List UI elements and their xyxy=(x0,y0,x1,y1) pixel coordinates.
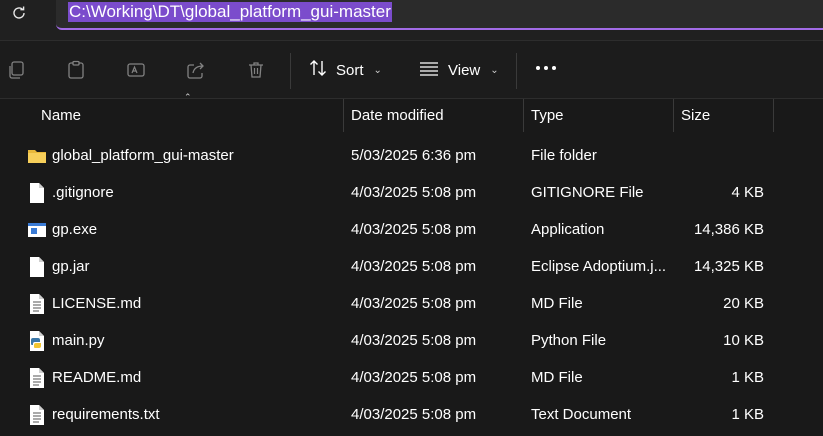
text-file-icon xyxy=(27,367,47,389)
chevron-down-icon: ⌄ xyxy=(490,64,499,76)
table-row[interactable]: README.md 4/03/2025 5:08 pm MD File 1 KB xyxy=(0,359,823,396)
column-header-row: ⌃ Name Date modified Type Size xyxy=(0,93,823,132)
file-size: 1 KB xyxy=(731,406,764,423)
copy-icon[interactable] xyxy=(5,59,27,81)
column-header-date[interactable]: Date modified xyxy=(351,99,444,132)
file-type: MD File xyxy=(531,369,583,386)
file-date: 4/03/2025 5:08 pm xyxy=(351,406,477,423)
table-row[interactable]: global_platform_gui-master 5/03/2025 6:3… xyxy=(0,137,823,174)
file-size: 1 KB xyxy=(731,369,764,386)
table-row[interactable]: gp.exe 4/03/2025 5:08 pm Application 14,… xyxy=(0,211,823,248)
column-divider[interactable] xyxy=(343,99,344,132)
file-name: global_platform_gui-master xyxy=(52,147,234,164)
sort-button[interactable]: Sort ⌄ xyxy=(308,57,382,83)
column-divider[interactable] xyxy=(523,99,524,132)
file-type: Python File xyxy=(531,332,607,349)
file-type: Eclipse Adoptium.j... xyxy=(531,258,667,275)
table-row[interactable]: LICENSE.md 4/03/2025 5:08 pm MD File 20 … xyxy=(0,285,823,322)
file-name: main.py xyxy=(52,332,105,349)
file-name: README.md xyxy=(52,369,142,386)
more-icon[interactable] xyxy=(536,66,556,70)
file-type: MD File xyxy=(531,295,583,312)
text-file-icon xyxy=(27,404,47,426)
sort-icon xyxy=(308,58,328,82)
sort-indicator-icon: ⌃ xyxy=(184,93,192,103)
column-divider[interactable] xyxy=(673,99,674,132)
python-icon xyxy=(27,330,47,352)
file-date: 4/03/2025 5:08 pm xyxy=(351,184,477,201)
column-header-type[interactable]: Type xyxy=(531,99,564,132)
column-header-size[interactable]: Size xyxy=(681,99,710,132)
toolbar-separator xyxy=(290,53,291,89)
file-date: 4/03/2025 5:08 pm xyxy=(351,221,477,238)
chevron-down-icon: ⌄ xyxy=(373,64,382,76)
refresh-icon[interactable] xyxy=(6,2,32,24)
file-date: 4/03/2025 5:08 pm xyxy=(351,258,477,275)
table-row[interactable]: .gitignore 4/03/2025 5:08 pm GITIGNORE F… xyxy=(0,174,823,211)
file-name: LICENSE.md xyxy=(52,295,142,312)
view-label: View xyxy=(448,61,481,79)
file-date: 4/03/2025 5:08 pm xyxy=(351,369,477,386)
application-icon xyxy=(27,219,47,241)
paste-icon[interactable] xyxy=(65,59,87,81)
file-size: 10 KB xyxy=(723,332,764,349)
share-icon[interactable] xyxy=(185,59,207,81)
file-date: 5/03/2025 6:36 pm xyxy=(351,147,477,164)
file-type: File folder xyxy=(531,147,597,164)
text-file-icon xyxy=(27,293,47,315)
file-name: gp.exe xyxy=(52,221,98,238)
address-bar-row: C:\Working\DT\global_platform_gui-master xyxy=(0,0,823,40)
toolbar-separator xyxy=(516,53,517,89)
file-size: 14,325 KB xyxy=(693,258,764,275)
file-size: 4 KB xyxy=(731,184,764,201)
view-icon xyxy=(418,58,440,82)
folder-icon xyxy=(27,145,47,167)
table-row[interactable]: requirements.txt 4/03/2025 5:08 pm Text … xyxy=(0,396,823,433)
table-row[interactable]: main.py 4/03/2025 5:08 pm Python File 10… xyxy=(0,322,823,359)
file-type: Application xyxy=(531,221,605,238)
file-name: .gitignore xyxy=(52,184,114,201)
file-size: 14,386 KB xyxy=(693,221,764,238)
table-row[interactable]: gp.jar 4/03/2025 5:08 pm Eclipse Adoptiu… xyxy=(0,248,823,285)
file-date: 4/03/2025 5:08 pm xyxy=(351,295,477,312)
delete-icon[interactable] xyxy=(245,59,267,81)
column-header-name[interactable]: Name xyxy=(41,99,81,132)
rename-icon[interactable] xyxy=(125,59,147,81)
command-bar: Sort ⌄ View ⌄ xyxy=(0,41,823,99)
file-date: 4/03/2025 5:08 pm xyxy=(351,332,477,349)
file-type: GITIGNORE File xyxy=(531,184,644,201)
address-path-input[interactable]: C:\Working\DT\global_platform_gui-master xyxy=(68,2,392,22)
file-name: requirements.txt xyxy=(52,406,160,423)
file-name: gp.jar xyxy=(52,258,90,275)
file-icon xyxy=(27,256,47,278)
file-type: Text Document xyxy=(531,406,632,423)
address-bar[interactable]: C:\Working\DT\global_platform_gui-master xyxy=(56,0,823,30)
column-divider[interactable] xyxy=(773,99,774,132)
file-size: 20 KB xyxy=(723,295,764,312)
file-icon xyxy=(27,182,47,204)
view-button[interactable]: View ⌄ xyxy=(418,57,499,83)
sort-label: Sort xyxy=(336,61,364,79)
